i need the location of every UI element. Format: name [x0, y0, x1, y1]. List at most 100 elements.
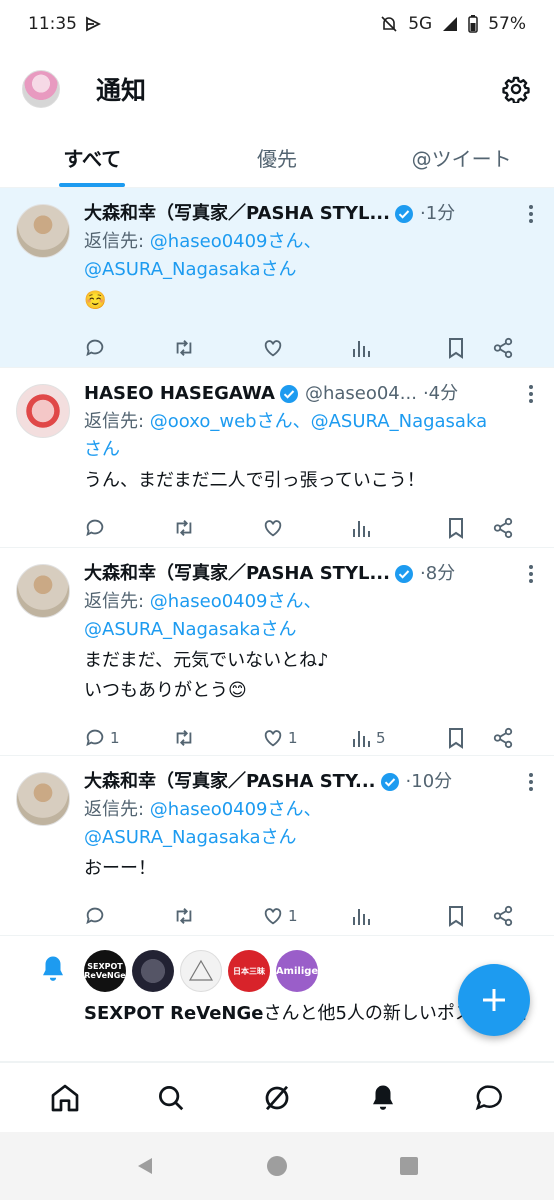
back-icon[interactable]: [134, 1155, 156, 1177]
tweet-item[interactable]: 大森和幸（写真家／PASHA STYL... ·1分 返信先: @haseo04…: [0, 188, 554, 368]
reply-button[interactable]: 1: [84, 727, 172, 749]
avatar[interactable]: [16, 384, 70, 438]
reply-to: 返信先: @haseo0409さん、 @ASURA_Nagasakaさん: [84, 591, 322, 640]
more-icon[interactable]: [528, 204, 534, 224]
triangle-logo-icon: [188, 959, 214, 981]
share-icon: [493, 517, 513, 539]
like-button[interactable]: [262, 517, 352, 539]
views-button[interactable]: [352, 337, 446, 359]
more-icon[interactable]: [528, 564, 534, 584]
avatar[interactable]: [16, 564, 70, 618]
retweet-button[interactable]: [172, 337, 262, 359]
reply-to: 返信先: @ooxo_webさん、@ASURA_Nagasaka さん: [84, 411, 488, 460]
tweet-item[interactable]: HASEO HASEGAWA @haseo04... ·4分 返信先: @oox…: [0, 368, 554, 548]
like-button[interactable]: [262, 337, 352, 359]
tweet-item[interactable]: 大森和幸（写真家／PASHA STYL... ·8分 返信先: @haseo04…: [0, 548, 554, 756]
avatar[interactable]: Amilige: [276, 950, 318, 992]
mention-link[interactable]: @haseo0409さん、: [150, 231, 322, 252]
author-handle: @haseo04...: [304, 383, 417, 404]
retweet-icon: [176, 520, 192, 536]
retweet-button[interactable]: [172, 905, 262, 927]
tweet-time: ·4分: [422, 383, 459, 404]
tab-all[interactable]: すべて: [0, 128, 185, 187]
views-button[interactable]: [352, 905, 446, 927]
heart-icon: [264, 908, 282, 925]
nav-home[interactable]: [45, 1078, 85, 1118]
bookmark-icon: [449, 906, 463, 927]
share-button[interactable]: [492, 517, 514, 539]
compose-button[interactable]: [458, 964, 530, 1036]
heart-icon: [264, 340, 282, 357]
bookmark-icon: [449, 518, 463, 539]
like-count: 1: [288, 907, 298, 925]
system-nav-bar: [0, 1132, 554, 1200]
views-button[interactable]: [352, 517, 446, 539]
battery-percent: 57%: [488, 14, 526, 34]
avatar[interactable]: SEXPOT ReVeNGe: [84, 950, 126, 992]
share-icon: [493, 337, 513, 359]
verified-badge-icon: [394, 205, 413, 223]
profile-avatar[interactable]: [22, 70, 60, 108]
like-button[interactable]: 1: [262, 905, 352, 927]
share-icon: [493, 727, 513, 749]
bookmark-button[interactable]: [446, 517, 492, 539]
reply-button[interactable]: [84, 337, 172, 359]
views-count: 5: [376, 729, 386, 747]
share-button[interactable]: [492, 727, 514, 749]
bookmark-button[interactable]: [446, 905, 492, 927]
retweet-button[interactable]: [172, 517, 262, 539]
mention-link[interactable]: @haseo0409さん、: [150, 591, 322, 612]
bookmark-button[interactable]: [446, 337, 492, 359]
search-icon: [159, 1085, 184, 1110]
mention-link[interactable]: @ooxo_webさん、@ASURA_Nagasaka: [150, 411, 487, 432]
tweet-text: ☺️: [84, 290, 107, 311]
like-button[interactable]: 1: [262, 727, 352, 749]
mention-link[interactable]: @ASURA_Nagasakaさん: [84, 259, 297, 280]
bookmark-button[interactable]: [446, 727, 492, 749]
reply-count: 1: [110, 729, 120, 747]
settings-button[interactable]: [500, 73, 532, 105]
plus-icon: [483, 989, 505, 1011]
reply-icon: [86, 907, 104, 925]
avatar[interactable]: [180, 950, 222, 992]
recents-icon[interactable]: [398, 1155, 420, 1177]
avatar[interactable]: 日本三昧: [228, 950, 270, 992]
more-icon[interactable]: [528, 384, 534, 404]
retweet-button[interactable]: [172, 727, 262, 749]
reply-button[interactable]: [84, 905, 172, 927]
retweet-icon: [176, 908, 192, 924]
share-button[interactable]: [492, 905, 514, 927]
author-name: 大森和幸（写真家／PASHA STYL...: [84, 563, 390, 584]
bell-icon: [43, 956, 63, 981]
battery-icon: [468, 15, 478, 33]
nav-notifications[interactable]: [363, 1078, 403, 1118]
tab-priority[interactable]: 優先: [185, 128, 370, 187]
analytics-icon: [353, 521, 370, 537]
home-circle-icon[interactable]: [266, 1155, 288, 1177]
avatar[interactable]: [16, 772, 70, 826]
nav-search[interactable]: [151, 1078, 191, 1118]
mention-link[interactable]: @ASURA_Nagasakaさん: [84, 827, 297, 848]
heart-icon: [264, 520, 282, 537]
share-button[interactable]: [492, 337, 514, 359]
nav-grok[interactable]: [257, 1078, 297, 1118]
heart-icon: [264, 730, 282, 747]
reply-to: 返信先: @haseo0409さん、 @ASURA_Nagasakaさん: [84, 799, 322, 848]
nav-messages[interactable]: [469, 1078, 509, 1118]
more-icon[interactable]: [528, 772, 534, 792]
signal-icon: [443, 17, 458, 31]
mention-link[interactable]: さん: [84, 439, 120, 460]
tab-mentions[interactable]: @ツイート: [369, 128, 554, 187]
views-button[interactable]: 5: [352, 727, 446, 749]
mention-link[interactable]: @ASURA_Nagasakaさん: [84, 619, 297, 640]
notification-tabs: すべて 優先 @ツイート: [0, 128, 554, 188]
grok-icon: [265, 1085, 289, 1110]
tweet-time: ·1分: [419, 203, 456, 224]
verified-badge-icon: [394, 565, 413, 583]
mention-link[interactable]: @haseo0409さん、: [150, 799, 322, 820]
avatar[interactable]: [16, 204, 70, 258]
avatar[interactable]: [132, 950, 174, 992]
tweet-item[interactable]: 大森和幸（写真家／PASHA STY... ·10分 返信先: @haseo04…: [0, 756, 554, 936]
tweet-text: うん、まだまだ二人で引っ張っていこう！: [84, 470, 425, 491]
reply-button[interactable]: [84, 517, 172, 539]
